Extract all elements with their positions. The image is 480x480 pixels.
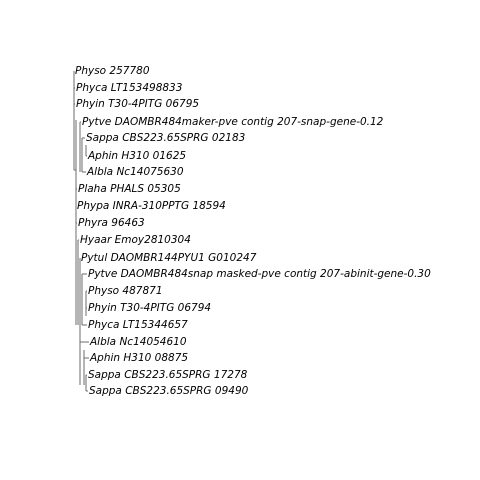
- leaf-label: Plaha PHALS 05305: [78, 183, 181, 195]
- leaf-label: Pytve DAOMBR484snap masked-pve contig 20…: [88, 268, 431, 280]
- leaf-label: Physo 487871: [88, 285, 163, 297]
- leaf-label: Sappa CBS223.65SPRG 17278: [88, 369, 248, 381]
- phylogenetic-tree: Physo 257780 Phyca LT153498833 Phyin T30-4…: [73, 65, 431, 397]
- leaf-label: Hyaar Emoy2810304: [80, 234, 191, 246]
- tree-leaves: Physo 257780 Phyca LT153498833 Phyin T30-4…: [74, 65, 431, 397]
- leaf-label: Phyca LT153498833: [76, 82, 182, 94]
- leaf-label: Phyra 96463: [78, 217, 145, 229]
- leaf-label: Pytul DAOMBR144PYU1 G010247: [81, 252, 257, 264]
- leaf-label: Phyin T30-4PITG 06794: [88, 302, 211, 314]
- leaf-label: Aphin H310 08875: [89, 352, 188, 364]
- leaf-label: Albla Nc14075630: [86, 166, 184, 178]
- leaf-label: Physo 257780: [75, 65, 150, 77]
- leaf-label: Phypa INRA-310PPTG 18594: [77, 200, 226, 212]
- leaf-label: Phyin T30-4PITG 06795: [76, 98, 199, 110]
- leaf-label: Sappa CBS223.65SPRG 02183: [86, 132, 245, 144]
- leaf-label: Pytve DAOMBR484maker-pve contig 207-snap…: [82, 116, 384, 128]
- leaf-label: Aphin H310 01625: [87, 150, 186, 162]
- leaf-label: Sappa CBS223.65SPRG 09490: [89, 385, 249, 397]
- leaf-label: Albla Nc14054610: [89, 336, 187, 348]
- leaf-label: Phyca LT15344657: [88, 319, 188, 331]
